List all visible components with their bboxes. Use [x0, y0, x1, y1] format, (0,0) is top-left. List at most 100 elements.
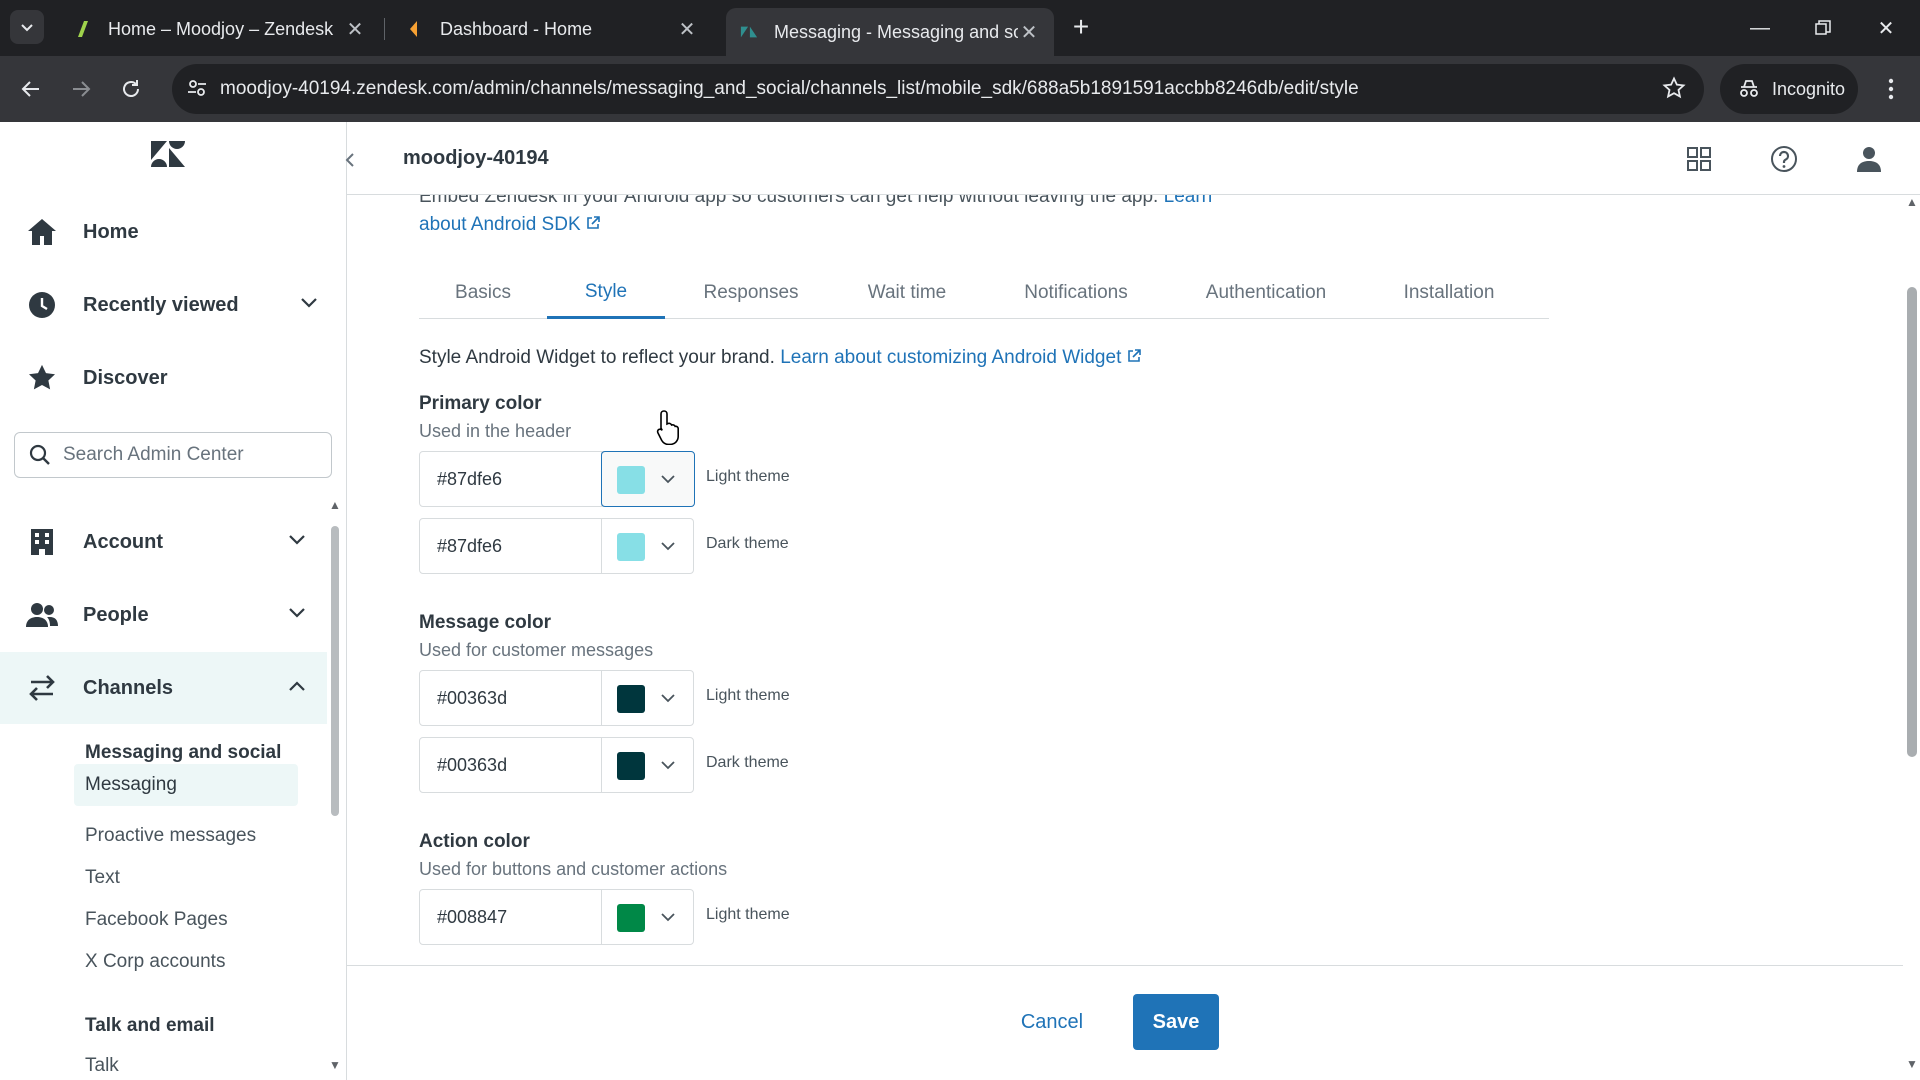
close-icon[interactable]: ✕	[344, 17, 366, 42]
cancel-button[interactable]: Cancel	[997, 994, 1107, 1050]
sidebar-scrollbar-thumb[interactable]	[331, 526, 339, 816]
sidebar-item-label: Home	[83, 220, 139, 243]
browser-tab-3-active[interactable]: Messaging - Messaging and so ✕	[726, 8, 1054, 56]
message-color-dark-field[interactable]: #00363d	[419, 737, 694, 793]
primary-color-dark-field[interactable]: #87dfe6	[419, 518, 694, 574]
site-settings-icon[interactable]	[186, 77, 208, 104]
chevron-up-icon[interactable]	[288, 679, 306, 697]
sidebar-item-label: Channels	[83, 676, 174, 699]
theme-label: Dark theme	[706, 535, 789, 552]
admin-center-app: Home Recently viewed Discover Acco	[0, 122, 1920, 1080]
tab-wait-time[interactable]: Wait time	[837, 267, 977, 319]
main-scrollbar-thumb[interactable]	[1907, 287, 1917, 757]
chevron-down-icon[interactable]	[660, 537, 676, 560]
restore-icon[interactable]	[1803, 12, 1843, 44]
message-color-light-field[interactable]: #00363d	[419, 670, 694, 726]
subnav-item-x-corp-accounts[interactable]: X Corp accounts	[85, 951, 225, 973]
hex-value[interactable]: #87dfe6	[437, 536, 502, 557]
tab-responses[interactable]: Responses	[681, 267, 821, 319]
hex-value[interactable]: #00363d	[437, 755, 507, 776]
tab-authentication[interactable]: Authentication	[1175, 267, 1357, 319]
sidebar: Home Recently viewed Discover Acco	[0, 122, 347, 1080]
sidebar-item-home[interactable]: Home	[0, 196, 346, 268]
chevron-down-icon[interactable]	[660, 908, 676, 931]
intro-link-learn[interactable]: Learn	[1164, 195, 1213, 207]
incognito-icon	[1740, 80, 1758, 97]
subnav-item-messaging[interactable]: Messaging	[74, 764, 298, 806]
chevron-down-icon[interactable]	[288, 533, 306, 551]
close-icon[interactable]: ✕	[1018, 20, 1040, 45]
close-icon[interactable]: ✕	[676, 17, 698, 42]
tab-installation[interactable]: Installation	[1373, 267, 1525, 319]
search-field[interactable]	[14, 432, 332, 478]
window-close-icon[interactable]: ✕	[1866, 12, 1906, 44]
main-content: Embed Zendesk in your Android app so cus…	[347, 195, 1907, 973]
hex-value[interactable]: #87dfe6	[437, 469, 502, 490]
browser-tab-1[interactable]: Home – Moodjoy – Zendesk ✕	[60, 8, 380, 50]
tab-notifications[interactable]: Notifications	[993, 267, 1159, 319]
search-input[interactable]	[63, 444, 303, 466]
chevron-down-icon[interactable]	[288, 606, 306, 624]
hex-value[interactable]: #00363d	[437, 688, 507, 709]
browser-menu-button[interactable]	[1876, 72, 1906, 106]
chevron-down-icon[interactable]	[300, 296, 318, 314]
incognito-badge[interactable]: Incognito	[1720, 64, 1858, 114]
scroll-up-arrow-icon[interactable]: ▲	[1906, 195, 1918, 209]
back-button[interactable]	[14, 72, 48, 106]
collapse-sidebar-button[interactable]	[340, 148, 360, 172]
subnav-item-talk[interactable]: Talk	[85, 1055, 119, 1077]
description-text: Style Android Widget to reflect your bra…	[419, 347, 775, 368]
minimize-icon[interactable]: —	[1740, 12, 1780, 44]
intro-text: Embed Zendesk in your Android app so cus…	[419, 195, 1159, 207]
subnav-item-proactive-messages[interactable]: Proactive messages	[85, 825, 256, 847]
forward-button[interactable]	[64, 72, 98, 106]
clock-icon	[26, 289, 58, 321]
sidebar-item-recently-viewed[interactable]: Recently viewed	[0, 269, 346, 341]
main-scrollbar[interactable]: ▲ ▼	[1903, 195, 1920, 1080]
tab-basics[interactable]: Basics	[419, 267, 547, 319]
sidebar-item-discover[interactable]: Discover	[0, 342, 346, 414]
address-bar[interactable]: moodjoy-40194.zendesk.com/admin/channels…	[172, 64, 1704, 114]
reload-button[interactable]	[114, 72, 148, 106]
products-grid-button[interactable]	[1684, 144, 1714, 174]
intro-paragraph: Embed Zendesk in your Android app so cus…	[419, 195, 1319, 239]
subnav-item-facebook-pages[interactable]: Facebook Pages	[85, 909, 228, 931]
hex-value[interactable]: #008847	[437, 907, 507, 928]
user-profile-button[interactable]	[1854, 144, 1884, 174]
message-color-title: Message color	[419, 612, 551, 633]
sidebar-item-account[interactable]: Account	[0, 506, 346, 578]
people-icon	[26, 599, 58, 631]
chevron-down-icon[interactable]	[660, 756, 676, 779]
theme-label: Light theme	[706, 906, 790, 923]
subnav-item-text[interactable]: Text	[85, 867, 120, 889]
primary-color-light-field[interactable]: #87dfe6	[419, 451, 695, 507]
customizing-widget-link[interactable]: Learn about customizing Android Widget	[780, 347, 1121, 368]
bookmark-star-icon[interactable]	[1662, 76, 1686, 105]
color-swatch[interactable]	[617, 533, 645, 561]
scroll-up-arrow-icon[interactable]: ▲	[329, 498, 341, 512]
tab-search-button[interactable]	[10, 10, 44, 44]
chevron-down-icon[interactable]	[660, 689, 676, 712]
browser-tab-2[interactable]: Dashboard - Home ✕	[392, 8, 712, 50]
color-picker-button[interactable]	[601, 451, 695, 507]
color-swatch[interactable]	[617, 685, 645, 713]
action-color-light-field[interactable]: #008847	[419, 889, 694, 945]
save-button[interactable]: Save	[1133, 994, 1219, 1050]
url-text: moodjoy-40194.zendesk.com/admin/channels…	[220, 78, 1359, 99]
zendesk-logo-icon[interactable]	[150, 140, 186, 173]
sidebar-item-people[interactable]: People	[0, 579, 346, 651]
sidebar-item-channels[interactable]: Channels	[0, 652, 327, 724]
help-button[interactable]	[1769, 144, 1799, 174]
scroll-down-arrow-icon[interactable]: ▼	[329, 1058, 341, 1072]
tab-style[interactable]: Style	[547, 267, 665, 319]
field-divider	[601, 671, 602, 725]
new-tab-button[interactable]: +	[1066, 11, 1096, 42]
intro-link-android-sdk[interactable]: about Android SDK	[419, 214, 581, 235]
field-divider	[601, 738, 602, 792]
zendesk-green-icon	[74, 20, 92, 38]
color-swatch[interactable]	[617, 904, 645, 932]
color-swatch[interactable]	[617, 752, 645, 780]
theme-label: Dark theme	[706, 754, 789, 771]
color-swatch	[617, 466, 645, 494]
scroll-down-arrow-icon[interactable]: ▼	[1906, 1057, 1918, 1071]
